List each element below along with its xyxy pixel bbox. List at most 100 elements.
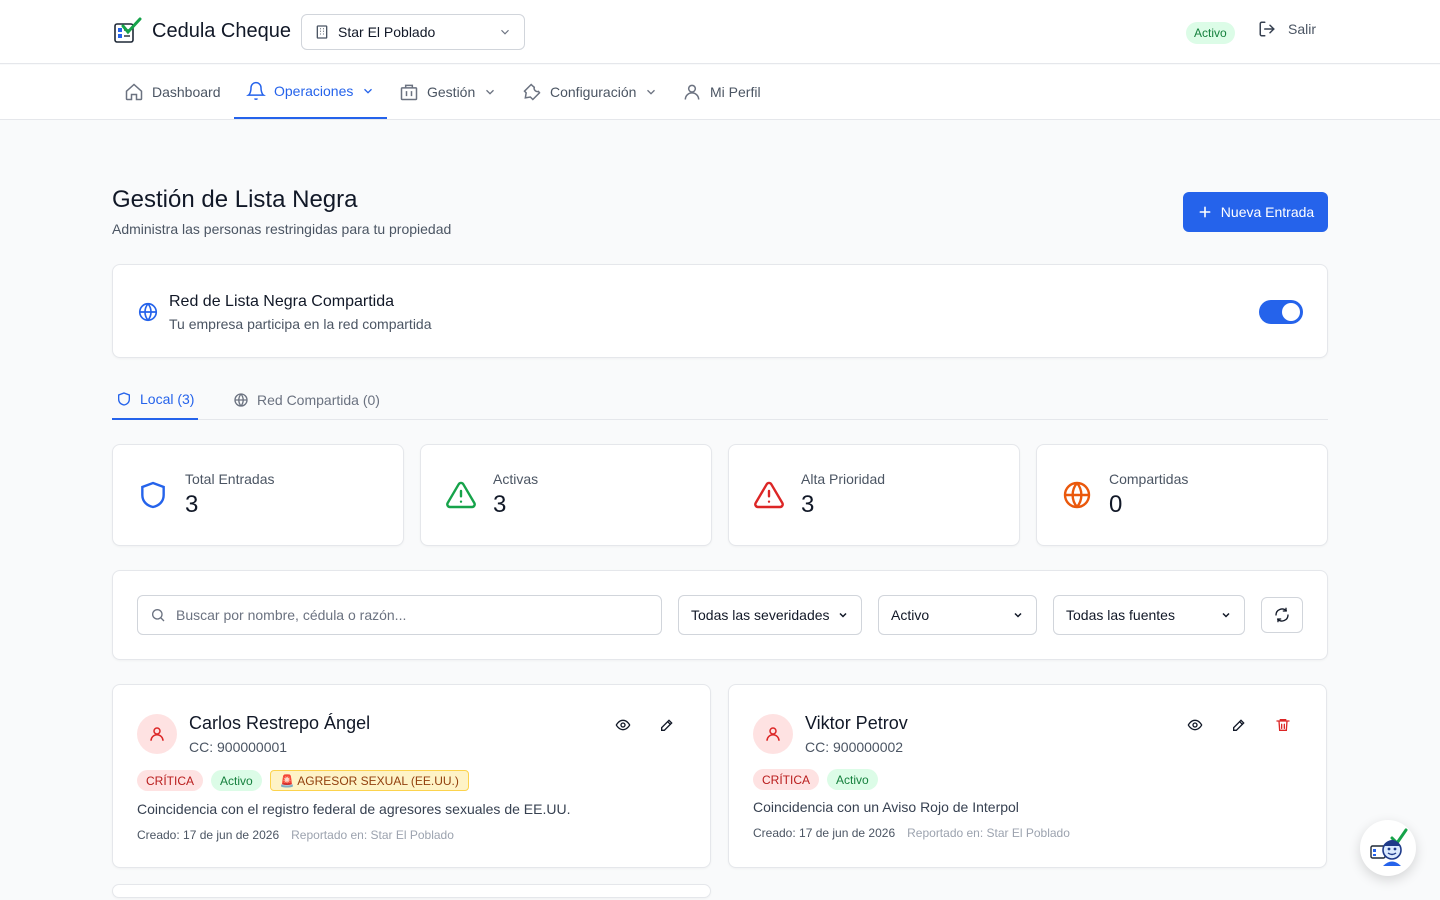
entry-meta: Creado: 17 de jun de 2026 Reportado en: … (753, 826, 1070, 840)
shared-network-toggle[interactable] (1259, 300, 1303, 324)
entry-badges: CRÍTICA Activo (753, 769, 878, 790)
property-select-value: Star El Poblado (338, 24, 436, 40)
new-entry-button[interactable]: Nueva Entrada (1183, 192, 1328, 232)
nav-gestion-label: Gestión (427, 84, 476, 100)
building-icon (316, 25, 328, 39)
status-select[interactable]: Activo (878, 595, 1037, 635)
entry-reported: Reportado en: Star El Poblado (291, 828, 454, 842)
globe-icon (234, 393, 248, 407)
stat-label: Compartidas (1109, 471, 1189, 487)
eye-icon (1187, 719, 1203, 731)
nav-operaciones[interactable]: Operaciones (234, 65, 388, 119)
logout-icon (1259, 21, 1275, 37)
avatar (753, 714, 793, 754)
assistant-button[interactable] (1360, 820, 1416, 876)
chevron-down-icon (486, 89, 495, 95)
blacklist-entry-card (112, 884, 711, 898)
source-select[interactable]: Todas las fuentes (1053, 595, 1245, 635)
severity-select-value: Todas las severidades (691, 607, 830, 623)
home-icon (125, 83, 143, 101)
stat-shared: Compartidas 0 (1036, 444, 1328, 546)
alert-triangle-icon (446, 481, 476, 509)
globe-icon (1063, 481, 1091, 509)
shared-network-card: Red de Lista Negra Compartida Tu empresa… (112, 264, 1328, 358)
entry-name: Carlos Restrepo Ángel (189, 713, 371, 733)
entry-badges: CRÍTICA Activo 🚨 AGRESOR SEXUAL (EE.UU.) (137, 770, 469, 791)
nav-configuracion-label: Configuración (550, 84, 637, 100)
new-entry-label: Nueva Entrada (1220, 204, 1315, 220)
wrench-icon (523, 83, 541, 101)
edit-button[interactable] (1231, 717, 1247, 733)
entry-reason: Coincidencia con un Aviso Rojo de Interp… (753, 799, 1019, 815)
pencil-icon (661, 719, 673, 731)
search-input[interactable] (176, 607, 636, 623)
entry-meta: Creado: 17 de jun de 2026 Reportado en: … (137, 828, 454, 842)
logout-label: Salir (1288, 21, 1317, 37)
nav-mi-perfil[interactable]: Mi Perfil (670, 65, 773, 119)
property-select[interactable]: Star El Poblado (301, 14, 525, 50)
shared-network-description: Tu empresa participa en la red compartid… (169, 316, 432, 332)
user-icon (684, 84, 700, 100)
stat-value: 3 (185, 491, 199, 518)
view-button[interactable] (615, 717, 631, 733)
app-title: Cedula Cheque (152, 19, 291, 42)
filters-card: Todas las severidades Activo Todas las f… (112, 570, 1328, 660)
page-subtitle: Administra las personas restringidas par… (112, 221, 452, 237)
delete-button[interactable] (1275, 717, 1291, 733)
refresh-icon (1275, 607, 1289, 623)
status-select-value: Activo (891, 607, 930, 623)
flag-badge: 🚨 AGRESOR SEXUAL (EE.UU.) (269, 770, 469, 791)
stat-total-entries: Total Entradas 3 (112, 444, 404, 546)
view-button[interactable] (1187, 717, 1203, 733)
search-icon (152, 609, 165, 622)
pencil-icon (1233, 719, 1245, 731)
severity-badge: CRÍTICA (137, 770, 203, 791)
status-badge: Activo (211, 770, 262, 791)
entry-actions (615, 717, 675, 733)
severity-select[interactable]: Todas las severidades (678, 595, 862, 635)
eye-icon (615, 719, 631, 731)
nav-configuracion[interactable]: Configuración (510, 65, 670, 119)
building-icon (400, 84, 418, 101)
plus-icon (1199, 206, 1211, 218)
entry-document: CC: 900000001 (189, 739, 288, 755)
list-tabs: Local (3) Red Compartida (0) (112, 380, 1328, 420)
nav-gestion[interactable]: Gestión (387, 65, 509, 119)
edit-button[interactable] (659, 717, 675, 733)
logout-button[interactable]: Salir (1258, 20, 1316, 38)
entry-reported: Reportado en: Star El Poblado (907, 826, 1070, 840)
shared-network-title: Red de Lista Negra Compartida (169, 293, 395, 310)
nav-dashboard[interactable]: Dashboard (112, 65, 233, 119)
bell-icon (246, 81, 266, 101)
user-icon (766, 727, 780, 741)
severity-badge: CRÍTICA (753, 769, 819, 790)
shield-icon (118, 392, 130, 406)
chevron-down-icon (839, 612, 847, 618)
chevron-down-icon (501, 29, 509, 35)
trash-icon (1276, 719, 1290, 731)
avatar (137, 714, 177, 754)
stat-label: Activas (493, 471, 539, 487)
stat-value: 0 (1109, 491, 1123, 518)
assistant-avatar-icon (1370, 828, 1408, 866)
nav-mi-perfil-label: Mi Perfil (710, 84, 761, 100)
top-header: Cedula Cheque Star El Poblado Activo Sal… (0, 0, 1440, 64)
tab-local-label: Local (3) (140, 391, 195, 407)
status-badge: Activo (827, 769, 878, 790)
nav-dashboard-label: Dashboard (152, 84, 221, 100)
tab-shared[interactable]: Red Compartida (0) (229, 380, 384, 420)
stat-label: Total Entradas (185, 471, 275, 487)
entry-name: Viktor Petrov (805, 713, 908, 733)
refresh-button[interactable] (1261, 597, 1303, 633)
logo-icon (114, 17, 142, 43)
shield-icon (141, 481, 165, 509)
page-title: Gestión de Lista Negra (112, 186, 358, 213)
toggle-knob (1282, 303, 1300, 321)
search-box (137, 595, 662, 635)
entry-actions (1187, 717, 1291, 733)
chevron-down-icon (647, 89, 656, 95)
app-logo[interactable]: Cedula Cheque (112, 16, 291, 46)
user-icon (150, 727, 164, 741)
tab-local[interactable]: Local (3) (112, 380, 199, 420)
stat-value: 3 (493, 491, 507, 518)
